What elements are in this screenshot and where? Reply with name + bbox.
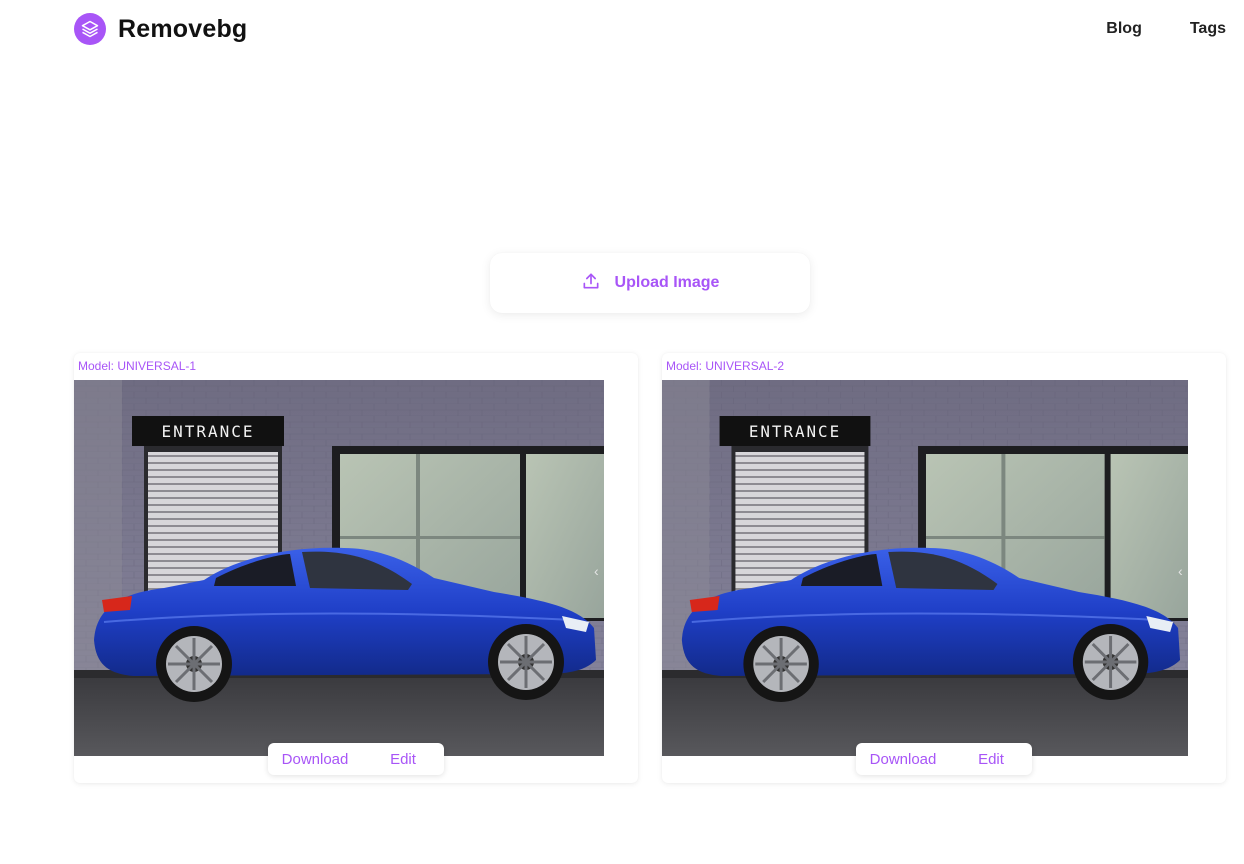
- edit-button[interactable]: Edit: [362, 743, 444, 775]
- brand[interactable]: Removebg: [74, 13, 247, 45]
- image-actions: Download Edit: [268, 743, 444, 775]
- result-card-universal-2: Model: UNIVERSAL-2 ENTRANCE ‹ Download E…: [662, 353, 1226, 783]
- entrance-sign-text: ENTRANCE: [161, 422, 254, 441]
- result-image: ENTRANCE: [662, 380, 1188, 756]
- model-label: Model: UNIVERSAL-2: [666, 359, 785, 373]
- entrance-sign-text: ENTRANCE: [749, 422, 841, 441]
- model-label: Model: UNIVERSAL-1: [78, 359, 197, 373]
- upload-image-button[interactable]: Upload Image: [490, 253, 810, 313]
- edit-button[interactable]: Edit: [950, 743, 1032, 775]
- chevron-left-icon[interactable]: ‹: [594, 563, 599, 579]
- nav-tags-link[interactable]: Tags: [1190, 20, 1226, 38]
- upload-icon: [581, 271, 601, 296]
- chevron-left-icon[interactable]: ‹: [1178, 563, 1183, 579]
- top-nav: Blog Tags: [1106, 20, 1226, 38]
- layers-icon: [74, 13, 106, 45]
- result-image: ENTRANCE: [74, 380, 604, 756]
- image-actions: Download Edit: [856, 743, 1032, 775]
- download-button[interactable]: Download: [268, 743, 362, 775]
- brand-name: Removebg: [118, 14, 248, 43]
- result-card-universal-1: Model: UNIVERSAL-1 ENTRANCE ‹ Download E…: [74, 353, 638, 783]
- download-button[interactable]: Download: [856, 743, 950, 775]
- upload-image-label: Upload Image: [614, 274, 720, 291]
- nav-blog-link[interactable]: Blog: [1106, 20, 1142, 38]
